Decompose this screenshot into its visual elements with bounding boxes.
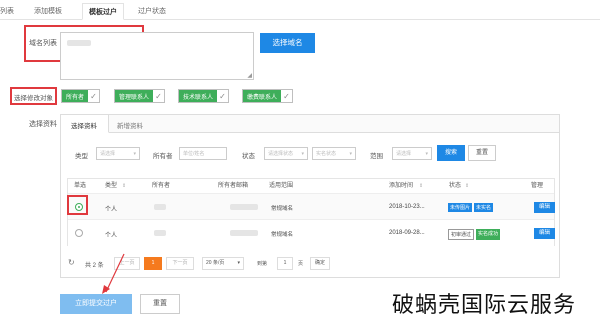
domain-list-label: 域名列表: [29, 40, 57, 47]
row-status: 未传图片 未实名: [448, 203, 494, 212]
status-badge: 实名成功: [476, 229, 501, 240]
target-billing-contact-label: 缴费联系人: [243, 90, 282, 102]
watermark-text: 破蜗壳国际云服务: [392, 293, 577, 318]
tab-template-transfer[interactable]: 模板过户: [82, 3, 124, 20]
filter-type-label: 类型: [75, 153, 88, 160]
filter-range-label: 范围: [370, 153, 383, 160]
col-header-select: 单选: [74, 183, 87, 189]
target-billing-contact[interactable]: 缴费联系人 ✓: [242, 89, 294, 103]
check-icon: ✓: [283, 91, 290, 101]
target-admin-contact[interactable]: 管理联系人 ✓: [114, 89, 166, 103]
chevron-down-icon: ▾: [301, 150, 304, 157]
sort-icon[interactable]: ⇕: [122, 179, 126, 193]
resize-handle-icon[interactable]: ◢: [247, 72, 252, 79]
filter-verify-placeholder: 实名状态: [316, 151, 337, 157]
col-header-type[interactable]: 类型: [105, 179, 117, 193]
filter-range-select[interactable]: 请选择 ▾: [392, 147, 432, 160]
row-scope: 常规域名: [271, 232, 294, 238]
filter-range-placeholder: 请选择: [396, 151, 412, 157]
row-type: 个人: [105, 207, 118, 213]
status-badge: 未传图片: [448, 203, 473, 212]
refresh-icon[interactable]: ↻: [68, 258, 75, 267]
filter-owner-label: 所有者: [153, 153, 173, 160]
target-tech-contact-label: 技术联系人: [179, 90, 218, 102]
target-tech-contact[interactable]: 技术联系人 ✓: [178, 89, 230, 103]
row-scope: 常规域名: [271, 206, 294, 212]
target-owner[interactable]: 所有者 ✓: [61, 89, 101, 103]
goto-unit: 页: [298, 261, 304, 267]
table-header: 单选 类型 ⇕ 所有者 所有者邮箱 适用范围 添加时间 ⇕ 状态 ⇕ 管理: [68, 179, 554, 194]
row-owner: [154, 204, 166, 210]
row-email: [230, 204, 258, 210]
material-table: 单选 类型 ⇕ 所有者 所有者邮箱 适用范围 添加时间 ⇕ 状态 ⇕ 管理 个人…: [67, 178, 555, 246]
row-status: 初审通过 实名成功: [448, 229, 501, 240]
material-label: 选择资料: [29, 121, 57, 128]
row-time: 2018-10-23...: [389, 204, 425, 210]
status-badge: 初审通过: [448, 229, 475, 240]
check-icon: ✓: [155, 91, 162, 101]
filter-status-label: 状态: [242, 153, 255, 160]
select-domain-button[interactable]: 选择域名: [260, 33, 315, 53]
goto-page-input[interactable]: 1: [277, 257, 293, 270]
row-time: 2018-09-28...: [389, 230, 425, 236]
page-size-value: 20 条/页: [206, 260, 225, 266]
annotation-arrow: [102, 253, 125, 294]
tab-transfer-status[interactable]: 过户状态: [138, 6, 166, 16]
tab-bar: 列表 添加模板 模板过户 过户状态: [0, 0, 600, 20]
search-button[interactable]: 搜索: [437, 145, 465, 161]
row-radio[interactable]: [75, 229, 83, 237]
reset-filter-button[interactable]: 重置: [468, 145, 496, 161]
filter-owner-input[interactable]: 单位/姓名: [179, 147, 227, 160]
panel-tab-new[interactable]: 新增资料: [117, 120, 143, 130]
target-owner-label: 所有者: [62, 90, 89, 102]
goto-confirm-button[interactable]: 确定: [310, 257, 330, 270]
col-header-status[interactable]: 状态: [449, 179, 461, 193]
template-target-label: 选择修改对象: [14, 95, 53, 102]
row-type: 个人: [105, 233, 118, 239]
domain-list-value: [67, 40, 91, 46]
chevron-down-icon: ▾: [133, 150, 136, 157]
filter-status-select[interactable]: 请选择状态 ▾: [264, 147, 308, 160]
col-header-manage: 管理: [531, 183, 544, 189]
tab-list[interactable]: 列表: [0, 6, 14, 16]
panel-tab-bar: 选择资料 新增资料: [61, 115, 559, 133]
next-page-button[interactable]: 下一页: [166, 257, 194, 270]
filter-type-placeholder: 请选择: [100, 151, 116, 157]
table-row[interactable]: 个人 常规域名 2018-09-28... 初审通过 实名成功 编辑: [68, 220, 555, 246]
filter-owner-placeholder: 单位/姓名: [183, 151, 205, 157]
domain-list-textarea[interactable]: ◢: [60, 32, 254, 80]
sort-icon[interactable]: ⇕: [465, 179, 469, 193]
chevron-down-icon: ▾: [237, 260, 240, 266]
target-admin-contact-label: 管理联系人: [115, 90, 154, 102]
filter-status-placeholder: 请选择状态: [268, 151, 294, 157]
col-header-scope: 适用范围: [269, 183, 294, 189]
edit-button[interactable]: 编辑: [534, 202, 555, 213]
filter-verify-select[interactable]: 实名状态 ▾: [312, 147, 356, 160]
sort-icon[interactable]: ⇕: [419, 179, 423, 193]
goto-label: 到第: [257, 261, 268, 267]
row-owner: [154, 230, 166, 236]
check-icon: ✓: [219, 91, 226, 101]
panel-tab-select[interactable]: 选择资料: [71, 120, 97, 130]
check-icon: ✓: [90, 91, 97, 101]
tab-add-template[interactable]: 添加模板: [34, 6, 62, 16]
col-header-time[interactable]: 添加时间: [389, 179, 413, 193]
col-header-owner: 所有者: [152, 183, 171, 189]
chevron-down-icon: ▾: [425, 150, 428, 157]
col-header-email: 所有者邮箱: [218, 183, 249, 189]
page-1-button[interactable]: 1: [144, 257, 162, 270]
radio-highlight: [67, 195, 88, 215]
table-row[interactable]: 个人 常规域名 2018-10-23... 未传图片 未实名 编辑: [68, 194, 555, 220]
filter-type-select[interactable]: 请选择 ▾: [96, 147, 140, 160]
chevron-down-icon: ▾: [349, 150, 352, 157]
page-size-select[interactable]: 20 条/页 ▾: [202, 257, 244, 270]
submit-transfer-button[interactable]: 立即提交过户: [60, 294, 132, 314]
row-email: [230, 230, 258, 236]
reset-button[interactable]: 重置: [140, 294, 180, 314]
material-panel: 选择资料 新增资料 类型 请选择 ▾ 所有者 单位/姓名 状态 请选择状态 ▾ 实名…: [60, 114, 560, 278]
status-badge: 未实名: [474, 203, 494, 212]
edit-button[interactable]: 编辑: [534, 228, 555, 239]
